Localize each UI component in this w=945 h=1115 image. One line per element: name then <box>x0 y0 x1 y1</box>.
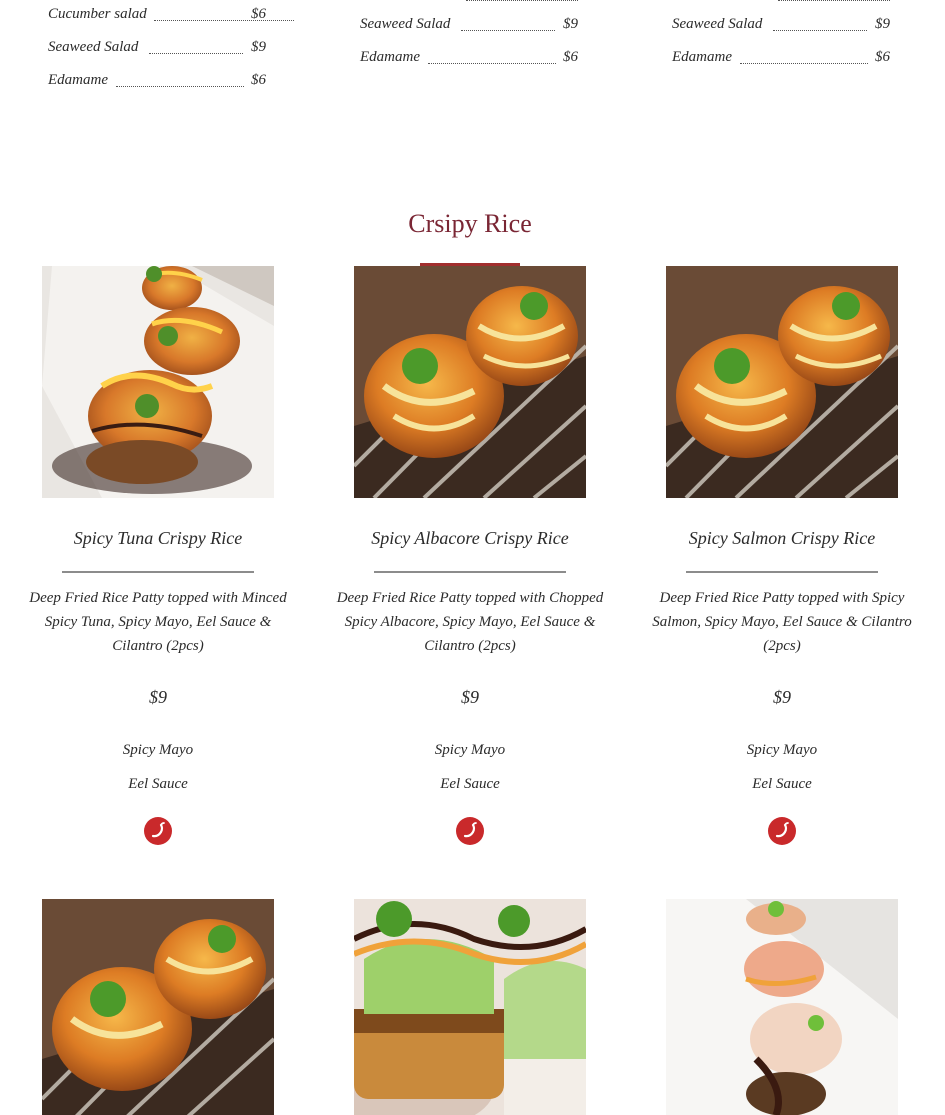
card-sauce-option: Spicy Mayo <box>746 742 818 758</box>
menu-card-next-2[interactable] <box>354 899 586 1115</box>
menu-item-row: Edamame $6 <box>360 49 582 69</box>
menu-item-row: Cucumber salad $6 <box>48 6 294 26</box>
food-photo[interactable] <box>354 266 586 498</box>
menu-item-price: $6 <box>251 72 266 88</box>
menu-item-price: $6 <box>875 49 890 65</box>
menu-item-price: $9 <box>563 16 578 32</box>
card-price: $9 <box>773 687 791 707</box>
menu-item-row: Seaweed Salad $9 <box>48 39 270 59</box>
menu-item-price: $6 <box>251 6 266 22</box>
card-sauce-option: Eel Sauce <box>440 776 500 792</box>
card-description: Deep Fried Rice Patty topped with Minced… <box>29 590 287 654</box>
menu-item-price: $6 <box>563 49 578 65</box>
menu-item-name: Seaweed Salad <box>360 16 451 32</box>
menu-item-name: Edamame <box>360 49 420 65</box>
food-photo[interactable] <box>666 899 898 1115</box>
card-title: Spicy Salmon Crispy Rice <box>688 528 876 548</box>
dotted-leader <box>116 86 244 87</box>
dotted-leader <box>154 20 294 21</box>
menu-item-row: Seaweed Salad $9 <box>360 16 582 36</box>
card-divider <box>374 571 566 573</box>
chili-pepper-icon <box>456 817 484 845</box>
food-photo[interactable] <box>42 899 274 1115</box>
card-sauce-option: Eel Sauce <box>752 776 812 792</box>
card-divider <box>62 571 254 573</box>
dotted-leader <box>773 30 867 31</box>
menu-item-row: Edamame $6 <box>48 72 270 92</box>
food-photo[interactable] <box>354 899 586 1115</box>
card-price: $9 <box>149 687 167 707</box>
menu-item-name: Seaweed Salad <box>48 39 139 55</box>
menu-item-name: Seaweed Salad <box>672 16 763 32</box>
food-photo[interactable] <box>666 266 898 498</box>
menu-item-price: $9 <box>875 16 890 32</box>
menu-card-spicy-tuna[interactable]: Spicy Tuna Crispy Rice Deep Fried Rice P… <box>29 266 287 866</box>
dotted-leader <box>740 63 868 64</box>
dotted-leader <box>149 53 243 54</box>
card-sauce-option: Eel Sauce <box>128 776 188 792</box>
card-description: Deep Fried Rice Patty topped with Spicy … <box>652 590 912 654</box>
dotted-leader <box>428 63 556 64</box>
card-price: $9 <box>461 687 479 707</box>
dotted-leader <box>778 0 890 1</box>
card-title: Spicy Albacore Crispy Rice <box>371 528 569 548</box>
menu-item-row: Seaweed Salad $9 <box>672 16 894 36</box>
card-sauce-option: Spicy Mayo <box>434 742 506 758</box>
menu-card-next-1[interactable] <box>42 899 274 1115</box>
menu-item-price: $9 <box>251 39 266 55</box>
menu-item-row: Edamame $6 <box>672 49 894 69</box>
chili-pepper-icon <box>144 817 172 845</box>
chili-pepper-icon <box>768 817 796 845</box>
section-title: Crsipy Rice <box>408 209 532 238</box>
menu-item-name: Edamame <box>48 72 108 88</box>
menu-card-spicy-albacore[interactable]: Spicy Albacore Crispy Rice Deep Fried Ri… <box>337 266 603 866</box>
menu-card-next-3[interactable] <box>666 899 898 1115</box>
card-divider <box>686 571 878 573</box>
dotted-leader <box>461 30 555 31</box>
menu-item-name: Cucumber salad <box>48 6 147 22</box>
card-title: Spicy Tuna Crispy Rice <box>73 528 243 548</box>
card-sauce-option: Spicy Mayo <box>122 742 194 758</box>
dotted-leader <box>466 0 578 1</box>
food-photo[interactable] <box>42 266 274 498</box>
card-description: Deep Fried Rice Patty topped with Choppe… <box>336 590 604 654</box>
menu-card-spicy-salmon[interactable]: Spicy Salmon Crispy Rice Deep Fried Rice… <box>652 266 912 866</box>
menu-item-name: Edamame <box>672 49 732 65</box>
